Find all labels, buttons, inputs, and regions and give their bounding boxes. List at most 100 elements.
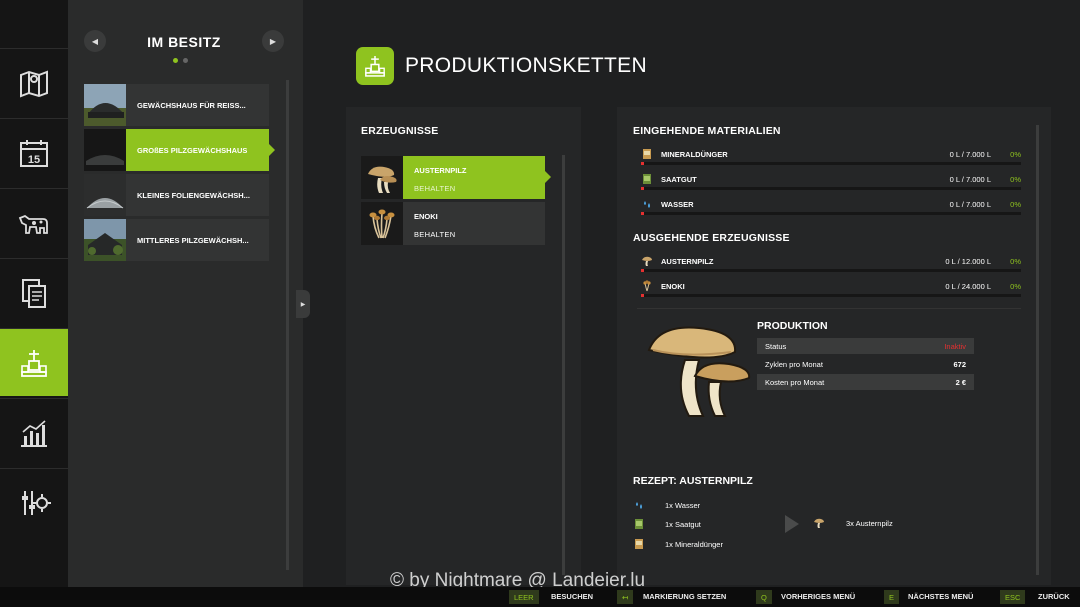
next-page-button[interactable]: ▶ bbox=[262, 30, 284, 52]
owned-item[interactable]: KLEINES FOLIENGEWÄCHSH... bbox=[84, 174, 269, 216]
stat-label: Status bbox=[765, 342, 787, 351]
prev-page-button[interactable]: ◀ bbox=[84, 30, 106, 52]
owned-item-label: KLEINES FOLIENGEWÄCHSH... bbox=[137, 190, 250, 200]
previous-menu-action[interactable]: VORHERIGES MENÜ bbox=[781, 592, 855, 601]
product-status: BEHALTEN bbox=[414, 230, 456, 239]
incoming-row: SAATGUT 0 L / 7.000 L 0% bbox=[637, 173, 1021, 193]
recipe-title: REZEPT: AUSTERNPILZ bbox=[633, 475, 753, 487]
visit-action[interactable]: BESUCHEN bbox=[551, 592, 593, 601]
set-marker-action[interactable]: MARKIERUNG SETZEN bbox=[643, 592, 726, 601]
status-value: Inaktiv bbox=[944, 342, 966, 351]
material-percent: 0% bbox=[1010, 175, 1021, 184]
chart-icon bbox=[21, 419, 47, 447]
rail-settings[interactable] bbox=[0, 468, 68, 536]
recipe-output-text: 3x Austernpilz bbox=[846, 519, 893, 528]
outgoing-row: ENOKI 0 L / 24.000 L 0% bbox=[637, 280, 1021, 300]
material-percent: 0% bbox=[1010, 282, 1021, 291]
key-hint-tab[interactable]: ↤ bbox=[617, 590, 634, 604]
fill-bar bbox=[641, 212, 1021, 215]
oyster-mushroom-icon bbox=[368, 166, 397, 193]
chevron-right-icon: ▶ bbox=[300, 301, 306, 308]
owned-scrollbar[interactable] bbox=[286, 80, 289, 570]
incoming-row: WASSER 0 L / 7.000 L 0% bbox=[637, 198, 1021, 218]
seed-bag-icon bbox=[641, 173, 653, 185]
calendar-icon: 15 bbox=[20, 139, 48, 167]
owned-item[interactable]: GEWÄCHSHAUS FÜR REISS... bbox=[84, 84, 269, 126]
products-panel: ERZEUGNISSE AUSTERNPILZ BEHALTEN ENOKI B… bbox=[346, 107, 581, 585]
product-item-selected[interactable]: AUSTERNPILZ BEHALTEN bbox=[361, 156, 551, 199]
fertilizer-icon bbox=[641, 148, 653, 160]
back-action[interactable]: ZURÜCK bbox=[1038, 592, 1070, 601]
incoming-row: MINERALDÜNGER 0 L / 7.000 L 0% bbox=[637, 148, 1021, 168]
stat-row-status: Status Inaktiv bbox=[757, 338, 974, 354]
product-thumbnail bbox=[361, 202, 403, 245]
fill-bar bbox=[641, 187, 1021, 190]
material-amount: 0 L / 7.000 L bbox=[949, 200, 991, 209]
owned-item-label: GEWÄCHSHAUS FÜR REISS... bbox=[137, 100, 246, 110]
page-dot-active[interactable] bbox=[173, 58, 178, 63]
chevron-left-icon: ◀ bbox=[91, 36, 99, 46]
material-name: MINERALDÜNGER bbox=[661, 150, 728, 159]
page-dot[interactable] bbox=[183, 58, 188, 63]
divider bbox=[637, 308, 1021, 309]
rail-animals[interactable] bbox=[0, 188, 68, 256]
owned-item-label: GROßES PILZGEWÄCHSHAUS bbox=[137, 145, 248, 155]
material-amount: 0 L / 12.000 L bbox=[945, 257, 991, 266]
key-hint-e[interactable]: E bbox=[884, 590, 900, 604]
settings-icon bbox=[22, 490, 51, 515]
fill-bar bbox=[641, 269, 1021, 272]
svg-text:15: 15 bbox=[28, 154, 40, 166]
rail-calendar[interactable]: 15 bbox=[0, 118, 68, 186]
product-info: ENOKI BEHALTEN bbox=[403, 202, 545, 245]
product-item[interactable]: ENOKI BEHALTEN bbox=[361, 202, 545, 245]
material-amount: 0 L / 24.000 L bbox=[945, 282, 991, 291]
rail-production[interactable] bbox=[0, 328, 75, 396]
page-title: PRODUKTIONSKETTEN bbox=[405, 54, 647, 77]
product-name: ENOKI bbox=[414, 212, 438, 221]
oyster-mushroom-illustration bbox=[647, 326, 751, 417]
chevron-right-icon: ▶ bbox=[269, 36, 277, 46]
page-indicator bbox=[173, 58, 188, 63]
material-percent: 0% bbox=[1010, 150, 1021, 159]
rail-statistics[interactable] bbox=[0, 398, 68, 466]
product-status: BEHALTEN bbox=[414, 184, 456, 193]
material-percent: 0% bbox=[1010, 200, 1021, 209]
material-percent: 0% bbox=[1010, 257, 1021, 266]
water-drops-icon bbox=[633, 499, 645, 511]
greenhouse-thumbnail bbox=[84, 84, 126, 126]
enoki-mushroom-icon bbox=[369, 209, 395, 238]
material-name: WASSER bbox=[661, 200, 694, 209]
key-hint-space[interactable]: LEER bbox=[509, 590, 539, 604]
water-drops-icon bbox=[641, 198, 653, 210]
owned-panel: ◀ IM BESITZ ▶ GEWÄCHSHAUS FÜR REISS... G… bbox=[68, 0, 303, 587]
material-amount: 0 L / 7.000 L bbox=[949, 175, 991, 184]
product-thumbnail bbox=[361, 156, 403, 199]
material-name: ENOKI bbox=[661, 282, 685, 291]
owned-item[interactable]: MITTLERES PILZGEWÄCHSH... bbox=[84, 219, 269, 261]
greenhouse-thumbnail bbox=[84, 174, 126, 216]
fill-bar bbox=[641, 294, 1021, 297]
collapse-panel-button[interactable]: ▶ bbox=[296, 290, 310, 318]
arrow-right-icon bbox=[785, 515, 799, 533]
recipe-input-text: 1x Saatgut bbox=[665, 520, 701, 529]
stat-row-cycles: Zyklen pro Monat 672 bbox=[757, 356, 974, 372]
material-name: AUSTERNPILZ bbox=[661, 257, 714, 266]
owned-item-selected[interactable]: GROßES PILZGEWÄCHSHAUS bbox=[84, 129, 275, 171]
detail-scrollbar[interactable] bbox=[1036, 125, 1039, 575]
material-name: SAATGUT bbox=[661, 175, 697, 184]
main-menu-rail: 15 bbox=[0, 0, 75, 587]
rail-map[interactable] bbox=[0, 48, 68, 116]
next-menu-action[interactable]: NÄCHSTES MENÜ bbox=[908, 592, 973, 601]
incoming-title: EINGEHENDE MATERIALIEN bbox=[633, 125, 781, 137]
key-hint-q[interactable]: Q bbox=[756, 590, 772, 604]
outgoing-row: AUSTERNPILZ 0 L / 12.000 L 0% bbox=[637, 255, 1021, 275]
rail-contracts[interactable] bbox=[0, 258, 68, 326]
products-scrollbar[interactable] bbox=[562, 155, 565, 575]
product-info: AUSTERNPILZ BEHALTEN bbox=[403, 156, 545, 199]
owned-header: ◀ IM BESITZ ▶ bbox=[84, 30, 284, 54]
recipe-input-text: 1x Mineraldünger bbox=[665, 540, 723, 549]
outgoing-title: AUSGEHENDE ERZEUGNISSE bbox=[633, 232, 790, 244]
key-hint-esc[interactable]: ESC bbox=[1000, 590, 1026, 604]
detail-panel: EINGEHENDE MATERIALIEN MINERALDÜNGER 0 L… bbox=[617, 107, 1051, 585]
production-icon bbox=[21, 349, 47, 377]
